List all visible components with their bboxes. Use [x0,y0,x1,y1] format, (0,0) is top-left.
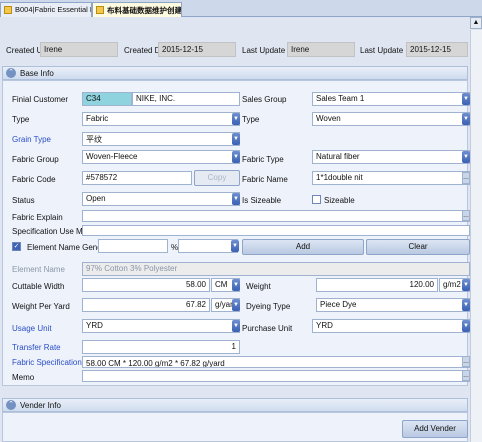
vender-info-header[interactable]: ⌃ Vender Info [2,398,468,412]
chevron-down-icon[interactable]: ▼ [232,113,240,125]
chevron-down-icon[interactable]: ▼ [462,113,470,125]
element-name-field: 97% Cotton 3% Polyester [82,262,470,276]
sales-group-label: Sales Group [242,95,287,104]
clear-element-button[interactable]: Clear [366,239,470,255]
fabric-type-select[interactable]: Natural fiber [312,150,470,164]
more-options-icon[interactable]: … [462,356,470,367]
weight-per-yard-label: Weight Per Yard [12,302,70,311]
fabric-name-field[interactable]: 1*1double nit [312,171,470,185]
add-vender-button[interactable]: Add Vender [402,420,468,438]
type-label: Type [12,115,30,124]
fabric-explain-field[interactable] [82,210,470,222]
base-info-header[interactable]: ⌃ Base Info [2,66,468,80]
fabric-type-label: Fabric Type [242,155,284,164]
collapse-chevron-icon[interactable]: ⌃ [6,68,16,78]
copy-button[interactable]: Copy [194,170,240,186]
fabric-name-label: Fabric Name [242,175,288,184]
fabric-code-field[interactable]: #578572 [82,171,192,185]
document-icon [96,6,104,14]
fabric-group-label: Fabric Group [12,155,59,164]
more-options-icon[interactable]: … [462,210,470,221]
weight-field[interactable]: 120.00 [316,278,438,292]
cuttable-width-field[interactable]: 58.00 [82,278,210,292]
fabric-group-select[interactable]: Woven-Fleece [82,150,240,164]
purchase-unit-select[interactable]: YRD [312,319,470,333]
fabric-code-label: Fabric Code [12,175,56,184]
add-element-button[interactable]: Add [242,239,364,255]
usage-unit-select[interactable]: YRD [82,319,240,333]
base-info-title: Base Info [20,69,54,78]
vender-info-title: Vender Info [20,401,61,410]
chevron-down-icon[interactable]: ▼ [462,299,470,311]
dyeing-type-label: Dyeing Type [246,302,291,311]
chevron-down-icon[interactable]: ▼ [462,151,470,163]
memo-label: Memo [12,373,35,382]
type-select[interactable]: Fabric [82,112,240,126]
fabric-spec-label: Fabric Specification [12,358,82,367]
weight-per-yard-field[interactable]: 67.82 [82,298,210,312]
last-update-user-field: Irene [287,42,355,57]
element-percent-input[interactable] [98,239,168,253]
created-user-field: Irene [40,42,118,57]
more-options-icon[interactable]: … [462,172,470,184]
spec-use-memo-field[interactable] [82,225,470,236]
fabric-spec-field: 58.00 CM * 120.00 g/m2 * 67.82 g/yard [82,356,470,368]
element-material-select[interactable] [178,239,238,253]
dyeing-type-select[interactable]: Piece Dye [316,298,470,312]
transfer-rate-field[interactable]: 1 [82,340,240,354]
memo-field[interactable] [82,370,470,382]
weight-label: Weight [246,282,271,291]
finial-customer-name-field: NIKE, INC. [132,92,240,106]
type2-label: Type [242,115,260,124]
grain-type-label: Grain Type [12,135,51,144]
tab-label: B004|Fabric Essential Data Maintε [15,5,91,14]
chevron-down-icon[interactable]: ▼ [462,93,470,105]
chevron-down-icon[interactable]: ▼ [232,279,240,291]
tab-label: 布料基础数据维护创建页面(不大 [107,6,182,15]
tab-fabric-create-page[interactable]: 布料基础数据维护创建页面(不大 [92,2,182,17]
status-label: Status [12,196,35,205]
element-name-label: Element Name [12,265,65,274]
status-select[interactable]: Open [82,192,240,206]
chevron-down-icon[interactable]: ▼ [462,320,470,332]
is-sizeable-label: Is Sizeable [242,196,282,205]
sizeable-checkbox-label: Sizeable [324,196,355,205]
sizeable-checkbox[interactable] [312,195,321,204]
chevron-down-icon[interactable]: ▼ [232,193,240,205]
document-icon [4,6,12,14]
chevron-down-icon[interactable]: ▼ [232,151,240,163]
usage-unit-label: Usage Unit [12,324,52,333]
finial-customer-label: Finial Customer [12,95,69,104]
tab-fabric-essential-data[interactable]: B004|Fabric Essential Data Maintε [0,2,92,17]
chevron-down-icon[interactable]: ▼ [231,240,239,252]
chevron-down-icon[interactable]: ▼ [232,133,240,145]
created-date-field: 2015-12-15 [158,42,236,57]
chevron-down-icon[interactable]: ▼ [232,299,240,311]
vender-info-panel [2,412,468,442]
element-name-gen-checkbox[interactable]: ✓ [12,242,21,251]
vertical-scrollbar[interactable] [470,30,482,442]
grain-type-select[interactable]: 平纹 [82,132,240,146]
chevron-down-icon[interactable]: ▼ [462,279,470,291]
transfer-rate-label: Transfer Rate [12,343,61,352]
collapse-chevron-icon[interactable]: ⌃ [6,400,16,410]
fabric-explain-label: Fabric Explain [12,213,63,222]
last-update-date-field: 2015-12-15 [406,42,468,57]
more-options-icon[interactable]: … [462,370,470,381]
cuttable-width-label: Cuttable Width [12,282,65,291]
scroll-up-button[interactable]: ▲ [470,17,482,29]
sales-group-select[interactable]: Sales Team 1 [312,92,470,106]
type2-select[interactable]: Woven [312,112,470,126]
finial-customer-code-field[interactable]: C34 [82,92,132,106]
chevron-down-icon[interactable]: ▼ [232,320,240,332]
tab-bar: B004|Fabric Essential Data Maintε 布料基础数据… [0,0,482,17]
purchase-unit-label: Purchase Unit [242,324,293,333]
